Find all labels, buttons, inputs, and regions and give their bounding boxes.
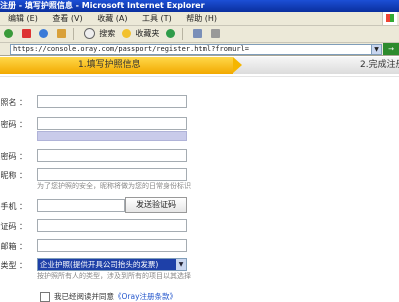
confirm-password-label: 认密码 ： [0, 152, 27, 161]
menu-view[interactable]: 查看 (V) [46, 12, 88, 25]
password-input[interactable] [37, 117, 187, 130]
home-button[interactable] [56, 26, 68, 42]
send-code-button[interactable]: 发送验证码 [125, 197, 187, 213]
go-button[interactable]: → [383, 43, 399, 55]
print-button[interactable] [210, 26, 222, 42]
passport-type-hint: 按护照所有人的类型，涉及到所有的项目以其选择 [37, 272, 191, 280]
refresh-icon [39, 29, 49, 38]
search-button[interactable]: 搜索 [83, 26, 116, 42]
address-dropdown-icon[interactable]: ▼ [371, 44, 382, 55]
address-input[interactable]: https://console.oray.com/passport/regist… [10, 44, 372, 55]
favorites-button[interactable]: 收藏夹 [121, 26, 160, 42]
passport-type-value: 企业护照(提供开具公司抬头的发票) [40, 260, 159, 269]
nickname-input[interactable] [37, 168, 187, 181]
forward-button[interactable] [4, 26, 15, 42]
password-strength-bar [37, 131, 187, 141]
divider [0, 76, 399, 77]
windows-logo-icon [382, 12, 397, 25]
mail-icon [193, 29, 203, 38]
search-label: 搜索 [99, 29, 116, 38]
toolbar: 搜索 收藏夹 [0, 26, 399, 43]
refresh-button[interactable] [39, 26, 50, 42]
media-button[interactable] [165, 26, 177, 42]
agree-text: 我已经阅读并同意《Oray注册条款》 [54, 291, 177, 302]
home-icon [56, 29, 66, 38]
chevron-down-icon[interactable]: ▼ [176, 259, 186, 270]
verify-code-input[interactable] [37, 219, 187, 232]
mail-button[interactable] [193, 26, 204, 42]
menu-edit[interactable]: 编辑 (E) [0, 12, 44, 25]
passport-name-label: 护照名 ： [0, 98, 27, 107]
confirm-password-input[interactable] [37, 149, 187, 162]
password-label: 密码 ： [0, 120, 27, 129]
agree-checkbox[interactable] [40, 292, 50, 302]
menu-help[interactable]: 帮助 (H) [180, 12, 223, 25]
verify-code-label: 验证码 ： [0, 222, 27, 231]
step-arrow [233, 57, 242, 73]
nickname-hint: 为了您护照的安全，昵称将做为您的日常身份标识 [37, 182, 191, 190]
phone-label: 手机 ： [0, 202, 27, 211]
forward-arrow-icon [4, 29, 13, 38]
menu-favorites[interactable]: 收藏 (A) [91, 12, 133, 25]
toolbar-divider [73, 27, 75, 40]
nickname-label: 昵称 ： [0, 171, 27, 180]
favorites-label: 收藏夹 [135, 29, 160, 38]
window-title-bar: 注册 - 填写护照信息 - Microsoft Internet Explore… [0, 0, 399, 12]
toolbar-divider [182, 27, 184, 40]
phone-input[interactable] [37, 199, 125, 212]
passport-type-select[interactable]: 企业护照(提供开具公司抬头的发票) ▼ [37, 258, 187, 271]
email-input[interactable] [37, 239, 187, 252]
registration-steps: 1.填写护照信息 2.完成注册 [0, 57, 399, 74]
menu-bar: 编辑 (E) 查看 (V) 收藏 (A) 工具 (T) 帮助 (H) [0, 12, 399, 26]
star-icon [121, 29, 131, 38]
passport-type-label: 护照类型 ： [0, 261, 27, 270]
stop-button[interactable] [21, 26, 33, 42]
email-label: 邮箱 ： [0, 242, 27, 251]
address-bar: https://console.oray.com/passport/regist… [0, 43, 399, 56]
passport-name-input[interactable] [37, 95, 187, 108]
search-icon [83, 28, 95, 39]
stop-icon [21, 29, 31, 38]
menu-tools[interactable]: 工具 (T) [136, 12, 178, 25]
step-1-label: 1.填写护照信息 [78, 60, 141, 70]
step-2-label: 2.完成注册 [360, 60, 399, 70]
printer-icon [210, 29, 220, 38]
media-icon [165, 29, 175, 38]
window-title: 注册 - 填写护照信息 - Microsoft Internet Explore… [0, 1, 205, 10]
